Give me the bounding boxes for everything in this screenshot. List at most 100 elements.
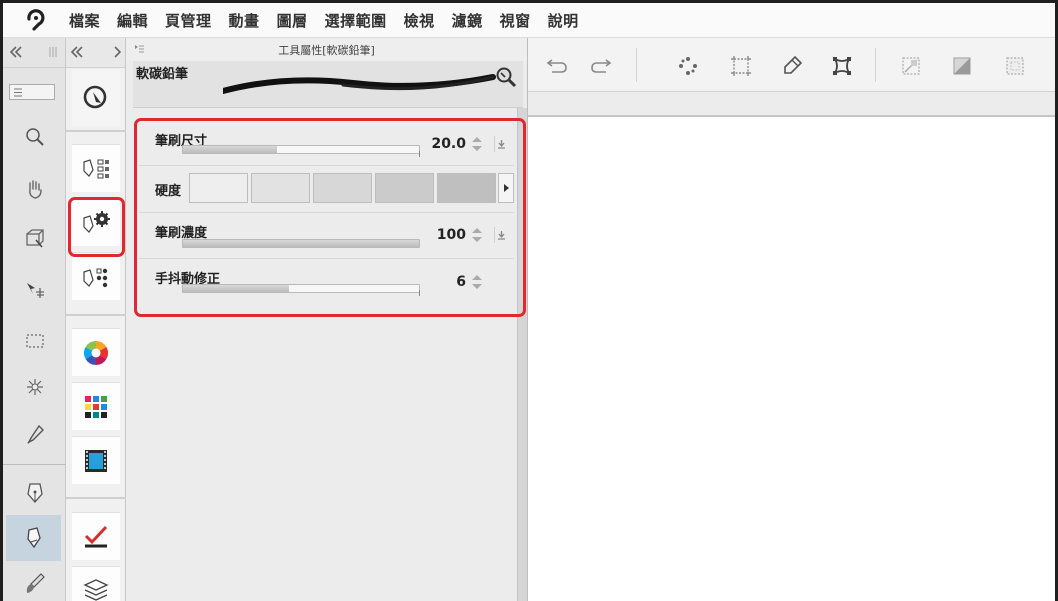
app-logo-icon[interactable] [3,3,69,38]
crop-icon [731,56,751,76]
menu-window[interactable]: 視窗 [500,10,531,31]
deselect-button[interactable] [671,49,705,83]
menu-animation[interactable]: 動畫 [229,10,260,31]
tool-property-header: 工具屬性[軟碳鉛筆] [126,38,527,61]
move-layer-icon [27,283,44,298]
sub-tool-detail-button[interactable] [72,252,120,300]
collapse-left-icon[interactable] [9,46,23,58]
draw-on-selection-button[interactable] [775,49,809,83]
layer-button[interactable] [72,566,120,601]
tool-selection[interactable] [12,318,58,364]
palette-menu-icon [14,88,22,97]
select-all-icon [1006,57,1024,75]
sub-separator [66,130,126,132]
menu-filter[interactable]: 濾鏡 [452,10,483,31]
brush-density-row: 筆刷濃度 100 [139,213,514,259]
collapse-left-icon[interactable] [70,46,84,58]
pencil-icon [26,527,41,549]
layer-icon [83,578,109,601]
tool-divider [3,464,66,465]
color-set-button[interactable] [72,382,120,430]
object-select-icon [26,229,44,248]
menu-view[interactable]: 檢視 [404,10,435,31]
hardness-level-5[interactable] [437,173,496,203]
sub-tool-column [66,38,126,601]
select-all-button[interactable] [998,49,1032,83]
transform-icon [832,56,852,76]
tool-zoom[interactable] [12,114,58,160]
menu-file[interactable]: 檔案 [69,10,100,31]
sub-tool-button[interactable] [72,144,120,192]
tool-object[interactable] [12,216,58,262]
tool-palette-header [3,38,65,100]
hardness-level-4[interactable] [375,173,434,203]
animation-cel-icon [85,449,107,472]
slider-end-tick [419,151,420,157]
tool-property-button[interactable] [72,198,120,246]
stabilization-value[interactable]: 6 [456,274,466,290]
tool-pencil[interactable] [6,515,61,561]
brush-size-value[interactable]: 20.0 [431,136,466,152]
redo-button[interactable] [584,49,618,83]
spinner-up-down-icon[interactable] [471,227,483,243]
crop-button[interactable] [724,49,758,83]
pen-icon [27,483,43,503]
brush-density-slider-fill [183,240,419,247]
stabilization-slider[interactable] [182,284,420,293]
cmd-separator [636,48,637,82]
canvas-area[interactable] [528,119,1055,601]
stabilization-row: 手抖動修正 6 [139,259,514,306]
menu-layer[interactable]: 圖層 [277,10,308,31]
tool-auto-select[interactable] [12,364,58,410]
sub-tool-icon [83,158,109,178]
hardness-expand-button[interactable] [498,173,514,203]
tool-navigator-button[interactable] [72,70,120,126]
app-window: 檔案 編輯 頁管理 動畫 圖層 選擇範圍 檢視 濾鏡 視窗 說明 工具屬性[軟碳… [0,0,1058,601]
brush-density-value[interactable]: 100 [437,227,466,243]
brush-name: 軟碳鉛筆 [136,67,189,82]
deselect-icon [679,57,697,75]
menu-select[interactable]: 選擇範圍 [325,10,387,31]
clear-outside-button[interactable] [894,49,928,83]
layer-property-button[interactable] [72,512,120,560]
cmd-separator [875,48,876,82]
menu-edit[interactable]: 編輯 [117,10,148,31]
tool-hand[interactable] [12,166,58,212]
menu-help[interactable]: 說明 [548,10,579,31]
menu-story[interactable]: 頁管理 [165,10,212,31]
tool-brush[interactable] [12,561,58,601]
transform-button[interactable] [825,49,859,83]
undo-button[interactable] [540,49,574,83]
property-scrollbar[interactable] [517,108,527,601]
fill-icon [953,57,971,75]
sub-tool-detail-icon [83,268,108,287]
animation-cel-button[interactable] [72,436,120,484]
tool-eyedropper[interactable] [12,411,58,457]
property-search-button[interactable] [495,66,517,92]
panel-menu-icon[interactable] [134,44,145,54]
color-wheel-button[interactable] [72,328,120,376]
brush-density-preset-button[interactable] [494,227,508,243]
tool-palette [3,38,66,601]
slider-end-tick [419,290,420,296]
sub-tool-column-header [66,38,125,68]
redo-icon [591,59,612,73]
hardness-level-2[interactable] [251,173,310,203]
fill-button[interactable] [945,49,979,83]
hardness-level-1[interactable] [189,173,248,203]
hardness-level-3[interactable] [313,173,372,203]
brush-size-slider[interactable] [182,145,420,154]
grip-icon[interactable] [47,46,59,58]
brush-size-preset-button[interactable] [494,136,508,152]
spinner-up-down-icon[interactable] [471,274,483,290]
tool-pen[interactable] [12,470,58,516]
tool-navigator-icon [83,85,107,109]
expand-right-icon[interactable] [113,46,121,58]
eyedropper-icon [27,424,44,444]
spinner-up-down-icon[interactable] [471,136,483,152]
selection-rect-icon [26,334,44,348]
tool-move-layer[interactable] [12,268,58,314]
brush-density-slider[interactable] [182,239,420,248]
hand-icon [29,180,42,199]
tool-palette-tab[interactable] [9,84,55,100]
